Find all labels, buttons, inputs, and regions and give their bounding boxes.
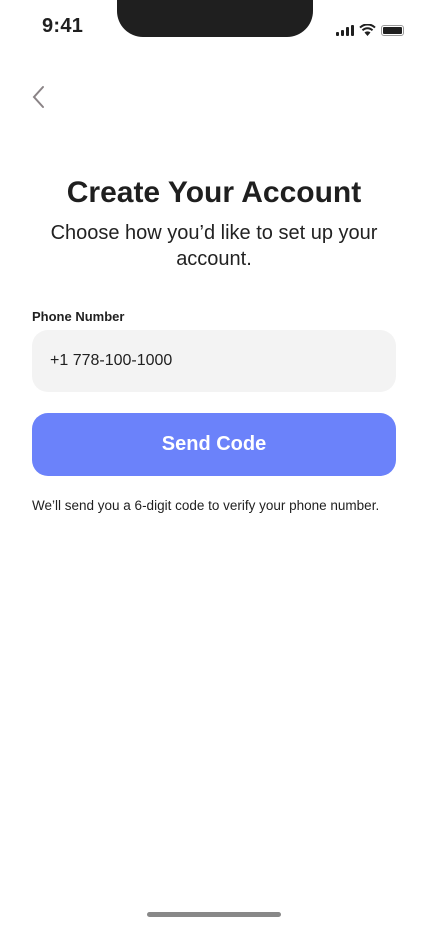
wifi-icon (359, 24, 376, 36)
page-title: Create Your Account (66, 176, 362, 209)
signal-icon (336, 24, 354, 36)
back-chevron-icon[interactable] (28, 84, 50, 110)
phone-number-input[interactable] (32, 330, 396, 392)
status-time: 9:41 (42, 15, 84, 37)
home-indicator (147, 912, 281, 917)
send-code-button[interactable]: Send Code (32, 413, 396, 476)
device-notch (117, 0, 313, 37)
phone-number-label: Phone Number (32, 309, 125, 324)
battery-icon (381, 24, 404, 36)
page-subtitle: Choose how you’d like to set up your acc… (50, 222, 378, 270)
status-icons (336, 24, 404, 36)
verification-hint: We’ll send you a 6-digit code to verify … (32, 498, 380, 513)
